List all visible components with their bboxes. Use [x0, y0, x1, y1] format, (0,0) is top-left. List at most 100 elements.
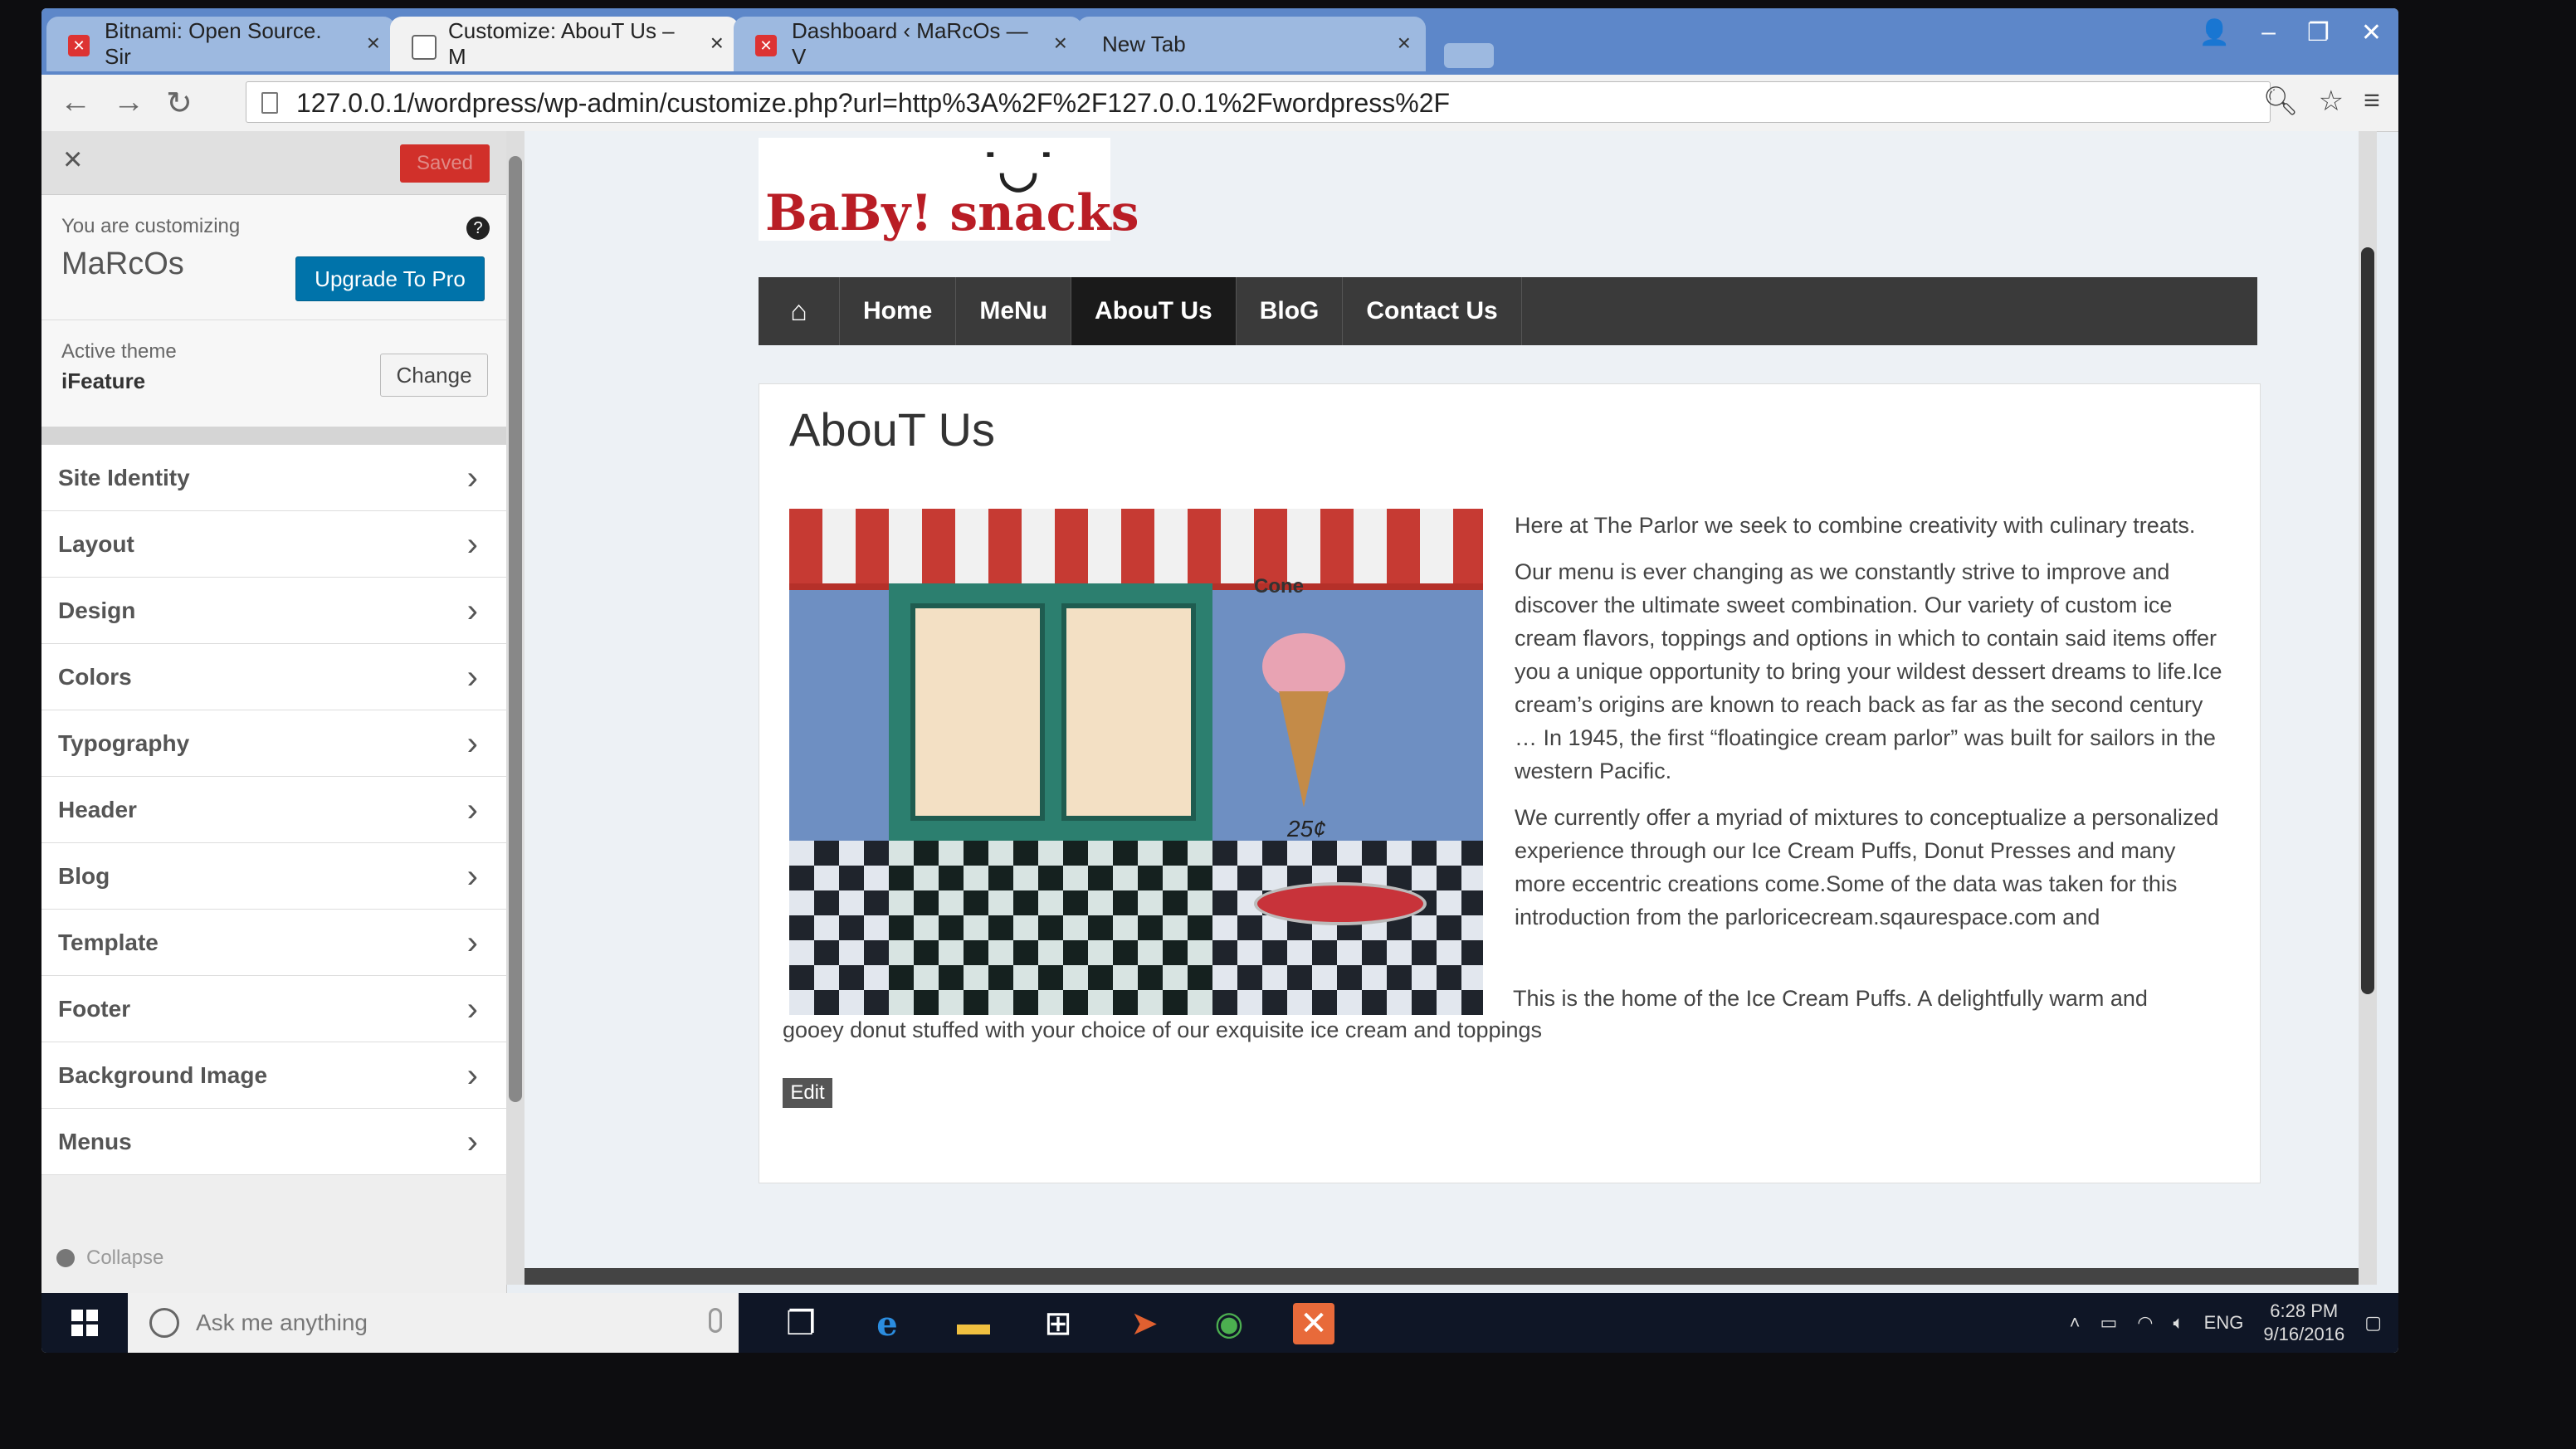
- awning: [789, 509, 1483, 590]
- tab-dashboard[interactable]: ✕ Dashboard ‹ MaRcOs — V ×: [734, 17, 1082, 71]
- microphone-icon[interactable]: [709, 1308, 722, 1333]
- nav-item-contact-us[interactable]: Contact Us: [1343, 277, 1522, 345]
- close-tab-icon[interactable]: ×: [1398, 30, 1411, 56]
- bookmark-star-icon[interactable]: ☆: [2319, 85, 2344, 118]
- new-tab-button[interactable]: [1444, 43, 1494, 68]
- section-blog[interactable]: Blog ›: [41, 843, 506, 910]
- back-arrow-icon[interactable]: ←: [60, 85, 91, 120]
- collapse-button[interactable]: Collapse: [56, 1247, 163, 1270]
- xampp-icon[interactable]: ✕: [1293, 1303, 1334, 1344]
- section-site-identity[interactable]: Site Identity ›: [41, 445, 506, 511]
- paragraph: Our menu is ever changing as we constant…: [1515, 559, 2222, 783]
- windows-logo-icon: [86, 1310, 98, 1321]
- nav-item-blog[interactable]: BloG: [1237, 277, 1344, 345]
- sidebar-scrollbar[interactable]: [506, 131, 524, 1285]
- section-template[interactable]: Template ›: [41, 910, 506, 976]
- forward-arrow-icon[interactable]: →: [113, 85, 144, 120]
- section-label: Colors: [58, 664, 132, 690]
- close-customizer-icon[interactable]: ×: [63, 141, 82, 178]
- site-preview: ˙◡˙ BaBy! snacks ⌂ Home MeNu AbouT Us Bl…: [524, 131, 2377, 1285]
- scrollbar-thumb[interactable]: [509, 156, 522, 1102]
- ice-cream-parlor-image: Cone 25¢: [789, 509, 1483, 1015]
- close-window-icon[interactable]: ✕: [2361, 18, 2382, 47]
- cortana-search-box[interactable]: Ask me anything: [128, 1293, 739, 1353]
- site-name: MaRcOs: [61, 246, 184, 281]
- nav-item-home[interactable]: Home: [840, 277, 957, 345]
- file-explorer-icon[interactable]: ▬: [953, 1303, 994, 1344]
- close-tab-icon[interactable]: ×: [1054, 30, 1067, 56]
- wifi-icon[interactable]: ◠: [2137, 1312, 2153, 1334]
- tab-title: Bitnami: Open Source. Sir: [105, 18, 322, 69]
- customizer-sidebar: × Saved You are customizing MaRcOs ? Upg…: [41, 131, 507, 1293]
- edit-button[interactable]: Edit: [783, 1078, 832, 1108]
- restore-icon[interactable]: ❐: [2307, 18, 2330, 47]
- paragraph: We currently offer a myriad of mixtures …: [1515, 805, 2219, 929]
- page-content: AbouT Us Cone 25¢ Here at The Parlor we …: [759, 383, 2261, 1183]
- customizing-info: You are customizing MaRcOs ? Upgrade To …: [41, 195, 506, 320]
- clock-date: 9/16/2016: [2263, 1324, 2345, 1344]
- reload-icon[interactable]: ↻: [166, 85, 193, 122]
- chevron-right-icon: ›: [466, 1057, 478, 1094]
- customizer-header: × Saved: [41, 131, 506, 195]
- section-footer[interactable]: Footer ›: [41, 976, 506, 1042]
- clock[interactable]: 6:28 PM 9/16/2016: [2263, 1300, 2344, 1346]
- upgrade-to-pro-button[interactable]: Upgrade To Pro: [295, 256, 485, 301]
- section-label: Blog: [58, 863, 110, 889]
- menu-hamburger-icon[interactable]: ≡: [2364, 85, 2380, 118]
- minimize-icon[interactable]: –: [2261, 18, 2276, 47]
- site-logo[interactable]: ˙◡˙ BaBy! snacks: [759, 138, 1139, 242]
- home-icon[interactable]: ⌂: [759, 277, 840, 345]
- closing-line-2: gooey donut stuffed with your choice of …: [783, 1017, 1543, 1042]
- section-header[interactable]: Header ›: [41, 777, 506, 843]
- chrome-icon[interactable]: ◉: [1208, 1303, 1250, 1344]
- section-label: Header: [58, 797, 137, 822]
- notifications-icon[interactable]: ▢: [2364, 1312, 2382, 1334]
- task-view-icon[interactable]: ❐: [780, 1303, 822, 1344]
- language-indicator[interactable]: ENG: [2204, 1312, 2244, 1334]
- section-label: Menus: [58, 1129, 132, 1154]
- about-text: Here at The Parlor we seek to combine cr…: [1515, 509, 2228, 947]
- scrollbar-thumb[interactable]: [2361, 247, 2374, 994]
- section-menus[interactable]: Menus ›: [41, 1109, 506, 1175]
- cone-sign-label: Cone: [1254, 575, 1304, 598]
- paragraph: Here at The Parlor we seek to combine cr…: [1515, 513, 2196, 538]
- store-icon[interactable]: ⊞: [1037, 1303, 1079, 1344]
- theme-name: iFeature: [61, 368, 146, 393]
- tab-new[interactable]: New Tab ×: [1077, 17, 1426, 71]
- system-tray: ˄ ▭ ◠ 🔈︎ ENG 6:28 PM 9/16/2016 ▢: [2070, 1293, 2382, 1353]
- volume-icon[interactable]: 🔈︎: [2173, 1312, 2183, 1334]
- section-label: Site Identity: [58, 465, 190, 490]
- edge-browser-icon[interactable]: e: [866, 1303, 908, 1344]
- close-tab-icon[interactable]: ×: [710, 30, 724, 56]
- section-design[interactable]: Design ›: [41, 578, 506, 644]
- saved-button[interactable]: Saved: [400, 144, 490, 183]
- preview-scrollbar[interactable]: [2359, 131, 2377, 1285]
- chevron-right-icon: ›: [466, 991, 478, 1027]
- chevron-up-icon[interactable]: ˄: [2070, 1312, 2081, 1334]
- battery-icon[interactable]: ▭: [2100, 1312, 2117, 1334]
- logo-text: BaBy! snacks: [765, 184, 1139, 242]
- url-field[interactable]: 127.0.0.1/wordpress/wp-admin/customize.p…: [246, 81, 2271, 123]
- browser-tab-strip: ✕ Bitnami: Open Source. Sir × Customize:…: [41, 8, 2398, 75]
- user-icon[interactable]: 👤: [2199, 18, 2230, 47]
- nav-item-about-us[interactable]: AbouT Us: [1071, 277, 1237, 345]
- start-button[interactable]: [41, 1293, 128, 1353]
- close-tab-icon[interactable]: ×: [367, 30, 380, 56]
- tab-bitnami[interactable]: ✕ Bitnami: Open Source. Sir ×: [46, 17, 395, 71]
- tab-customize[interactable]: Customize: AbouT Us – M ×: [390, 17, 739, 71]
- section-layout[interactable]: Layout ›: [41, 511, 506, 578]
- section-label: Footer: [58, 996, 131, 1022]
- change-theme-button[interactable]: Change: [380, 354, 488, 397]
- active-theme-panel: Active theme iFeature Change: [41, 320, 506, 445]
- zoom-search-icon[interactable]: 🔍︎: [2263, 85, 2299, 118]
- nav-item-menu[interactable]: MeNu: [956, 277, 1072, 345]
- chevron-right-icon: ›: [466, 526, 478, 563]
- section-colors[interactable]: Colors ›: [41, 644, 506, 710]
- chevron-right-icon: ›: [466, 593, 478, 629]
- section-background-image[interactable]: Background Image ›: [41, 1042, 506, 1109]
- help-icon[interactable]: ?: [466, 217, 490, 240]
- section-typography[interactable]: Typography ›: [41, 710, 506, 777]
- search-placeholder: Ask me anything: [196, 1310, 368, 1335]
- door-window-left: [910, 603, 1045, 821]
- app-arrow-icon[interactable]: ➤: [1124, 1303, 1165, 1344]
